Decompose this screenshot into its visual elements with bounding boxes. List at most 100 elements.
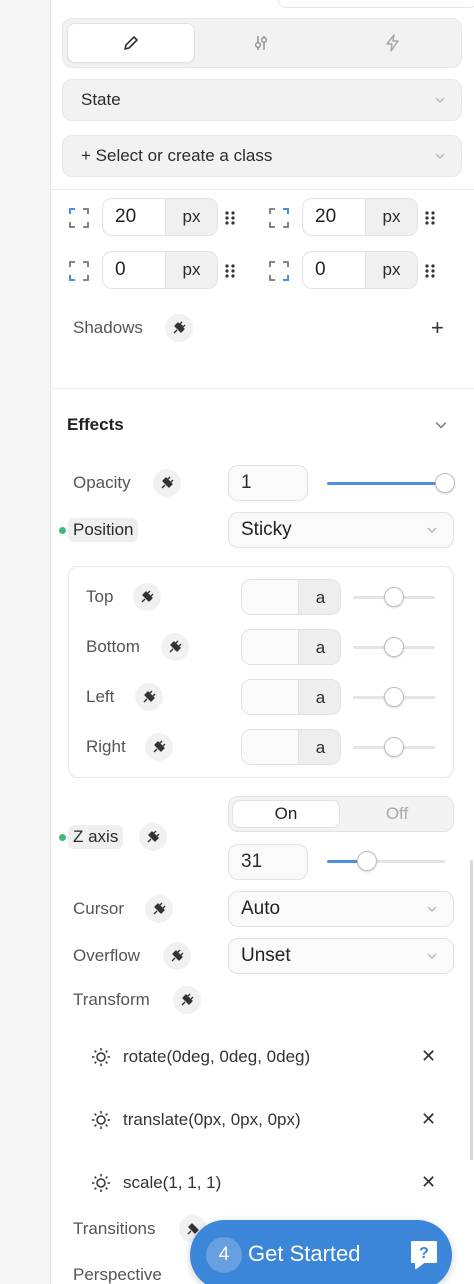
offset-unit[interactable]: a [298, 730, 340, 764]
unlink-button[interactable] [145, 895, 173, 923]
transform-item[interactable]: translate(0px, 0px, 0px) [91, 1105, 441, 1135]
drag-handle-icon[interactable] [224, 263, 236, 279]
transform-item[interactable]: rotate(0deg, 0deg, 0deg) [91, 1042, 441, 1072]
scrollbar[interactable] [470, 860, 473, 1160]
chevron-down-icon [427, 906, 437, 912]
state-dropdown[interactable]: State [62, 79, 462, 121]
effects-section-title: Effects [67, 415, 124, 434]
drag-handle-icon[interactable] [424, 263, 436, 279]
drag-handle-icon[interactable] [224, 210, 236, 226]
modified-indicator [59, 527, 66, 534]
left-gutter [0, 0, 50, 1284]
offset-label: Left [86, 687, 115, 706]
chevron-down-icon [435, 153, 445, 159]
cursor-select-value: Auto [241, 898, 281, 919]
opacity-slider-thumb[interactable] [435, 473, 455, 493]
unlink-button[interactable] [135, 683, 163, 711]
position-select[interactable]: Sticky [228, 512, 454, 548]
offset-slider-thumb[interactable] [384, 587, 404, 607]
tab-settings[interactable] [197, 23, 325, 63]
spacing-unit[interactable]: px [365, 252, 417, 288]
offset-slider[interactable] [353, 587, 435, 607]
tab-style[interactable] [67, 23, 195, 63]
sun-icon [92, 1048, 110, 1066]
unplug-icon [147, 830, 160, 843]
cursor-select[interactable]: Auto [228, 891, 454, 927]
offset-slider-thumb[interactable] [384, 737, 404, 757]
remove-transform-icon[interactable]: ✕ [421, 1172, 436, 1193]
pencil-icon [124, 36, 138, 50]
unlink-button[interactable] [161, 633, 189, 661]
spacing-unit[interactable]: px [365, 199, 417, 235]
unlink-button[interactable] [163, 942, 191, 970]
unlink-button[interactable] [165, 314, 193, 342]
class-selector[interactable]: + Select or create a class [62, 135, 462, 177]
position-select-value: Sticky [241, 519, 292, 540]
spacing-value[interactable]: 20 [103, 199, 165, 235]
z-axis-off-option[interactable]: Off [342, 800, 452, 828]
spacing-corner-icon [69, 261, 89, 281]
drag-handle-icon[interactable] [424, 210, 436, 226]
get-started-button[interactable]: 4 Get Started ? [190, 1220, 452, 1284]
spacing-corner-icon [69, 208, 89, 228]
spacing-input-top-left[interactable]: 20 px [102, 198, 218, 236]
offset-slider-thumb[interactable] [384, 687, 404, 707]
state-dropdown-label: State [81, 90, 121, 109]
spacing-value[interactable]: 20 [303, 199, 365, 235]
spacing-unit[interactable]: px [165, 199, 217, 235]
z-axis-on-option[interactable]: On [232, 800, 340, 828]
z-index-slider[interactable] [327, 851, 445, 871]
unlink-button[interactable] [153, 469, 181, 497]
z-index-input[interactable]: 31 [228, 844, 308, 880]
unplug-icon [173, 321, 186, 334]
unlink-button[interactable] [173, 986, 201, 1014]
svg-text:?: ? [419, 1245, 429, 1262]
add-shadow-button[interactable]: + [431, 315, 444, 341]
unplug-icon [161, 476, 174, 489]
offset-slider[interactable] [353, 637, 435, 657]
chevron-down-icon [435, 97, 445, 103]
spacing-value[interactable]: 0 [303, 252, 365, 288]
unplug-icon [141, 590, 154, 603]
transitions-label: Transitions [73, 1219, 156, 1238]
offset-input[interactable]: a [241, 679, 341, 715]
opacity-slider[interactable] [327, 473, 455, 493]
opacity-input[interactable]: 1 [228, 465, 308, 501]
divider [51, 388, 474, 389]
spacing-unit[interactable]: px [165, 252, 217, 288]
z-index-slider-thumb[interactable] [357, 851, 378, 871]
chevron-down-icon[interactable] [435, 419, 447, 431]
tab-interactions[interactable] [329, 23, 457, 63]
top-partial-control [278, 0, 474, 8]
offset-unit[interactable]: a [298, 630, 340, 664]
z-axis-toggle[interactable]: On Off [228, 796, 454, 832]
unplug-icon [171, 949, 184, 962]
offset-slider[interactable] [353, 737, 435, 757]
transform-value: rotate(0deg, 0deg, 0deg) [123, 1047, 311, 1066]
spacing-input-bottom-left[interactable]: 0 px [102, 251, 218, 289]
spacing-corner-icon [269, 261, 289, 281]
offset-input[interactable]: a [241, 629, 341, 665]
spacing-input-top-right[interactable]: 20 px [302, 198, 418, 236]
unlink-button[interactable] [133, 583, 161, 611]
offset-slider[interactable] [353, 687, 435, 707]
chevron-down-icon [427, 953, 437, 959]
overflow-select[interactable]: Unset [228, 938, 454, 974]
remove-transform-icon[interactable]: ✕ [421, 1046, 436, 1067]
transform-item[interactable]: scale(1, 1, 1) [91, 1168, 441, 1198]
remove-transform-icon[interactable]: ✕ [421, 1109, 436, 1130]
spacing-input-bottom-right[interactable]: 0 px [302, 251, 418, 289]
offset-unit[interactable]: a [298, 680, 340, 714]
help-chat-icon[interactable]: ? [406, 1236, 442, 1272]
perspective-label: Perspective [73, 1265, 162, 1284]
offset-input[interactable]: a [241, 579, 341, 615]
shadows-label: Shadows [73, 318, 143, 337]
offset-unit[interactable]: a [298, 580, 340, 614]
position-label: Position [68, 518, 139, 542]
spacing-value[interactable]: 0 [103, 252, 165, 288]
offset-input[interactable]: a [241, 729, 341, 765]
unlink-button[interactable] [139, 823, 167, 851]
class-selector-label: + Select or create a class [81, 146, 273, 165]
unlink-button[interactable] [145, 733, 173, 761]
offset-slider-thumb[interactable] [384, 637, 404, 657]
